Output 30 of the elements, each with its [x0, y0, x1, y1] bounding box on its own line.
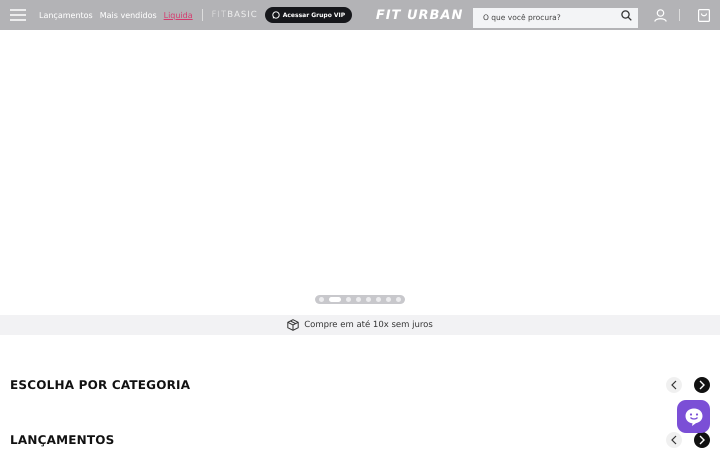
brand-logo[interactable]: FIT URBAN: [376, 8, 464, 22]
search-icon[interactable]: [621, 10, 632, 21]
carousel-dot[interactable]: [396, 297, 401, 302]
section-title: LANÇAMENTOS: [10, 433, 114, 447]
chevron-right-icon: [699, 380, 705, 390]
section-title: ESCOLHA POR CATEGORIA: [10, 378, 190, 392]
carousel-dot[interactable]: [319, 297, 324, 302]
bag-icon[interactable]: [698, 8, 710, 22]
carousel-dot[interactable]: [356, 297, 361, 302]
carousel-dot[interactable]: [386, 297, 391, 302]
carousel-dot[interactable]: [366, 297, 371, 302]
chevron-left-icon: [671, 380, 677, 390]
menu-icon[interactable]: [10, 9, 26, 21]
chevron-left-icon: [671, 435, 677, 445]
nav-link[interactable]: Liquida: [164, 10, 193, 20]
nav-link[interactable]: Lançamentos: [39, 10, 93, 20]
info-text: Compre em até 10x sem juros: [304, 320, 433, 330]
chat-icon: [684, 406, 704, 426]
carousel-dot[interactable]: [376, 297, 381, 302]
next-button[interactable]: [694, 377, 710, 393]
user-icon[interactable]: [654, 8, 667, 22]
nav-link[interactable]: Mais vendidos: [100, 10, 157, 20]
box-icon: [287, 319, 300, 331]
whatsapp-icon: [272, 11, 280, 19]
carousel-dot[interactable]: [346, 297, 351, 302]
previous-button[interactable]: [666, 432, 682, 448]
chevron-right-icon: [699, 435, 705, 445]
previous-button[interactable]: [666, 377, 682, 393]
next-button[interactable]: [694, 432, 710, 448]
chat-button[interactable]: [677, 400, 710, 433]
